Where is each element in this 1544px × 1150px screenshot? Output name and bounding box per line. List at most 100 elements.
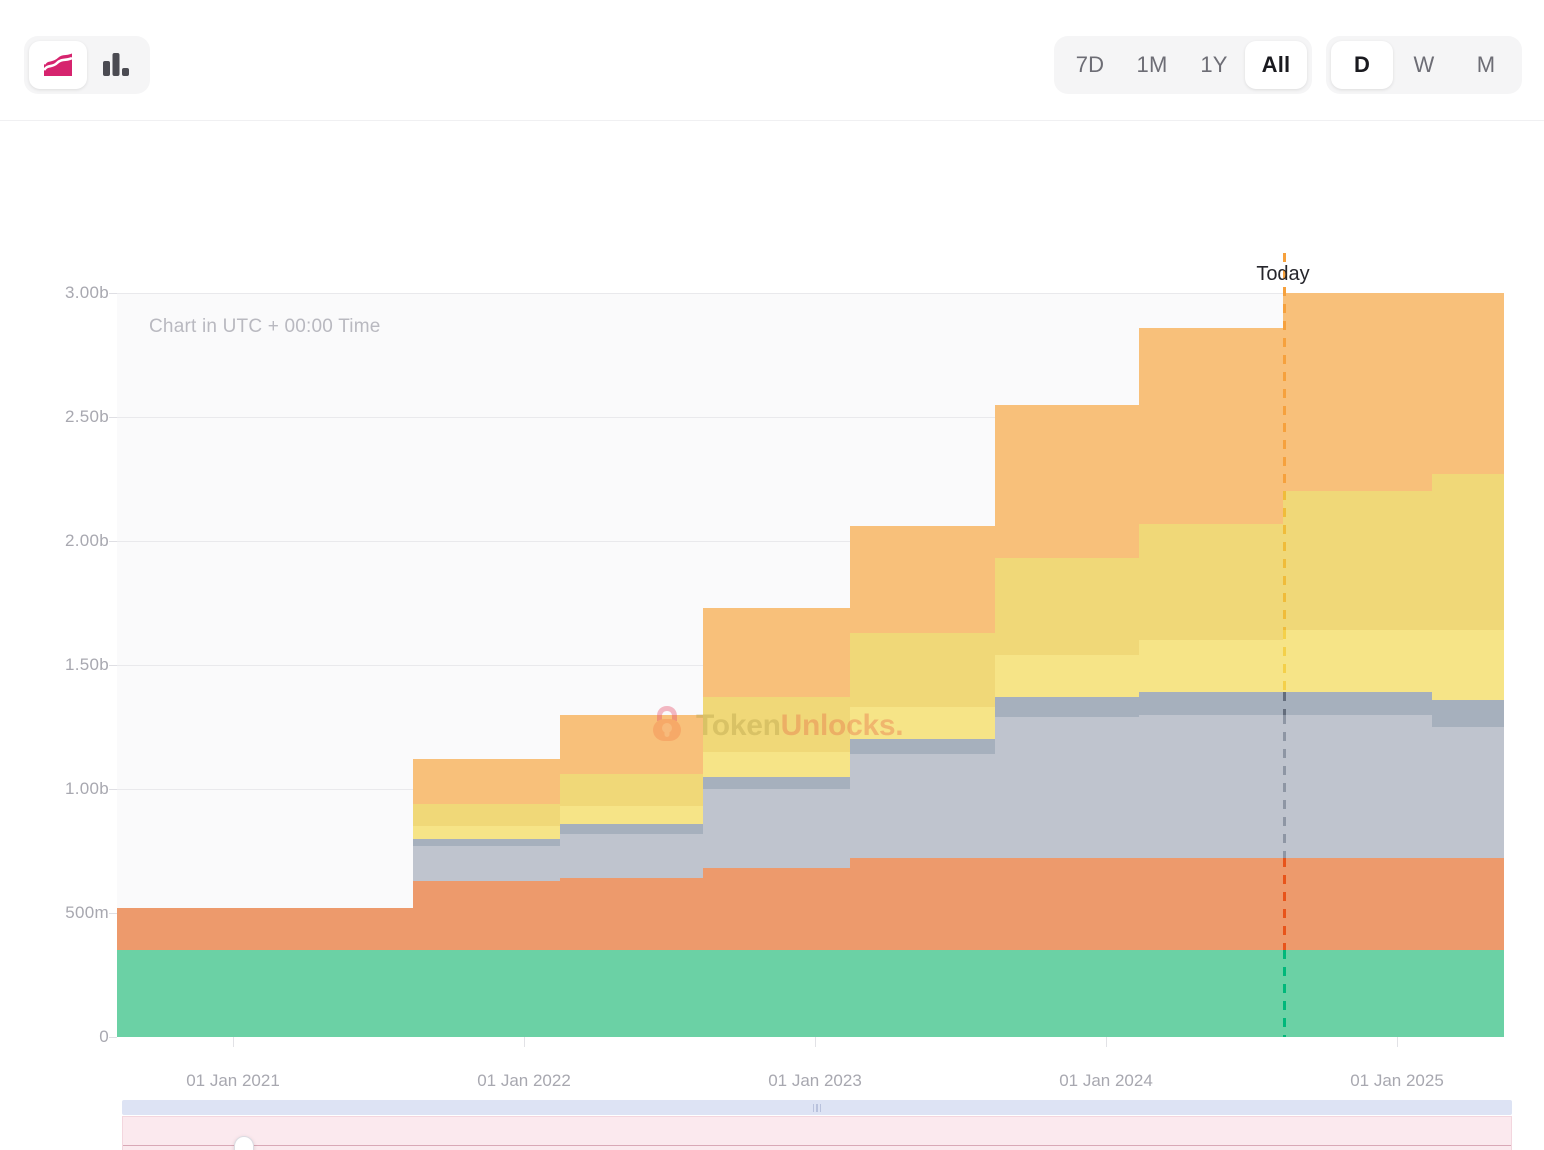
range-slider-selection[interactable] <box>122 1116 1512 1150</box>
area-band-strategic-sale <box>560 824 703 834</box>
x-axis-tick-label: 01 Jan 2021 <box>186 1071 280 1091</box>
area-band-team <box>1139 524 1283 641</box>
today-marker-segment <box>1283 692 1286 714</box>
today-marker-segment <box>1283 630 1286 692</box>
x-axis-tick-label: 01 Jan 2023 <box>768 1071 862 1091</box>
range-slider-handle-left[interactable] <box>234 1136 254 1150</box>
area-band-binance-launchpad <box>995 950 1139 1037</box>
area-band-seed-sale <box>1283 715 1432 859</box>
bar-chart-toggle-button[interactable] <box>87 41 145 89</box>
area-band-company-reserve <box>413 759 560 804</box>
area-band-binance-launchpad <box>1139 950 1283 1037</box>
y-axis-tick-label: 1.00b <box>9 779 109 799</box>
granularity-group[interactable]: D W M <box>1326 36 1522 94</box>
granularity-button-w[interactable]: W <box>1393 41 1455 89</box>
range-slider-track[interactable] <box>122 1100 1512 1115</box>
y-axis-tick-label: 2.00b <box>9 531 109 551</box>
area-band-strategic-sale <box>1283 692 1432 714</box>
y-axis-tick-label: 3.00b <box>9 283 109 303</box>
area-band-seed-sale <box>850 754 995 858</box>
today-marker-segment <box>1283 858 1286 950</box>
area-band-seed-sale <box>413 846 560 881</box>
area-band-company-reserve <box>850 526 995 633</box>
chart-type-toggle-group[interactable] <box>24 36 150 94</box>
area-band-foundation <box>995 858 1139 950</box>
area-band-team <box>413 804 560 826</box>
area-band-foundation <box>703 868 850 950</box>
plot-area[interactable] <box>117 293 1504 1037</box>
area-band-strategic-sale <box>413 839 560 846</box>
area-band-company-reserve <box>703 608 850 697</box>
y-axis-tick <box>109 789 117 790</box>
y-axis-tick <box>109 541 117 542</box>
area-band-team <box>703 697 850 752</box>
token-unlocks-chart-page: 7D 1M 1Y All D W M 0500m1.00b1.50b2.00b2… <box>0 0 1544 1150</box>
y-axis-tick-label: 2.50b <box>9 407 109 427</box>
area-band-binance-launchpad <box>1432 950 1504 1037</box>
area-band-strategic-sale <box>703 777 850 789</box>
today-marker-segment <box>1283 253 1286 491</box>
area-band-binance-launchpad <box>703 950 850 1037</box>
today-marker-label: Today <box>1256 263 1309 286</box>
y-axis-tick <box>109 913 117 914</box>
time-range-group[interactable]: 7D 1M 1Y All <box>1054 36 1312 94</box>
x-axis-tick <box>1106 1037 1107 1047</box>
area-chart-toggle-button[interactable] <box>29 41 87 89</box>
area-band-advisors <box>413 826 560 838</box>
area-band-company-reserve <box>995 405 1139 559</box>
area-band-foundation <box>1139 858 1283 950</box>
x-axis-tick-label: 01 Jan 2025 <box>1350 1071 1444 1091</box>
y-axis-tick <box>109 1037 117 1038</box>
area-chart-icon <box>43 51 73 80</box>
granularity-button-d[interactable]: D <box>1331 41 1393 89</box>
area-band-foundation <box>1432 858 1504 950</box>
y-axis-tick-label: 1.50b <box>9 655 109 675</box>
y-axis-tick <box>109 293 117 294</box>
range-slider[interactable] <box>122 1100 1512 1150</box>
range-button-all[interactable]: All <box>1245 41 1307 89</box>
area-band-binance-launchpad <box>1283 950 1432 1037</box>
area-band-seed-sale <box>703 789 850 868</box>
today-marker-segment <box>1283 950 1286 1037</box>
range-button-1m[interactable]: 1M <box>1121 41 1183 89</box>
area-band-team <box>850 633 995 707</box>
area-band-team <box>1283 491 1432 630</box>
today-marker-line <box>1283 293 1286 1037</box>
bar-chart-icon <box>102 51 130 80</box>
area-band-strategic-sale <box>1432 700 1504 727</box>
area-band-seed-sale <box>1432 727 1504 858</box>
area-band-advisors <box>995 655 1139 697</box>
area-band-company-reserve <box>1139 328 1283 524</box>
x-axis-tick <box>1397 1037 1398 1047</box>
area-band-strategic-sale <box>995 697 1139 717</box>
utc-note: Chart in UTC + 00:00 Time <box>149 316 381 338</box>
area-band-advisors <box>1432 630 1504 699</box>
area-band-company-reserve <box>1432 293 1504 474</box>
area-band-advisors <box>1283 630 1432 692</box>
area-band-strategic-sale <box>1139 692 1283 714</box>
area-band-strategic-sale <box>850 739 995 754</box>
area-band-team <box>1432 474 1504 630</box>
area-band-binance-launchpad <box>850 950 995 1037</box>
range-button-1y[interactable]: 1Y <box>1183 41 1245 89</box>
area-band-team <box>560 774 703 806</box>
area-band-company-reserve <box>1283 293 1432 491</box>
area-band-company-reserve <box>560 715 703 775</box>
area-band-binance-launchpad <box>560 950 703 1037</box>
area-band-foundation <box>117 908 413 950</box>
chart-container: 0500m1.00b1.50b2.00b2.50b3.00b 01 Jan 20… <box>0 121 1544 1150</box>
range-slider-baseline <box>123 1145 1511 1146</box>
x-axis-tick <box>815 1037 816 1047</box>
x-axis-tick <box>233 1037 234 1047</box>
area-band-foundation <box>1283 858 1432 950</box>
area-band-seed-sale <box>995 717 1139 858</box>
area-band-foundation <box>413 881 560 950</box>
range-slider-grip-icon[interactable] <box>810 1103 824 1112</box>
x-axis-tick <box>524 1037 525 1047</box>
granularity-button-m[interactable]: M <box>1455 41 1517 89</box>
today-marker-segment <box>1283 491 1286 630</box>
chart-header: 7D 1M 1Y All D W M <box>0 0 1544 121</box>
range-button-7d[interactable]: 7D <box>1059 41 1121 89</box>
area-band-advisors <box>1139 640 1283 692</box>
x-axis-tick-label: 01 Jan 2024 <box>1059 1071 1153 1091</box>
